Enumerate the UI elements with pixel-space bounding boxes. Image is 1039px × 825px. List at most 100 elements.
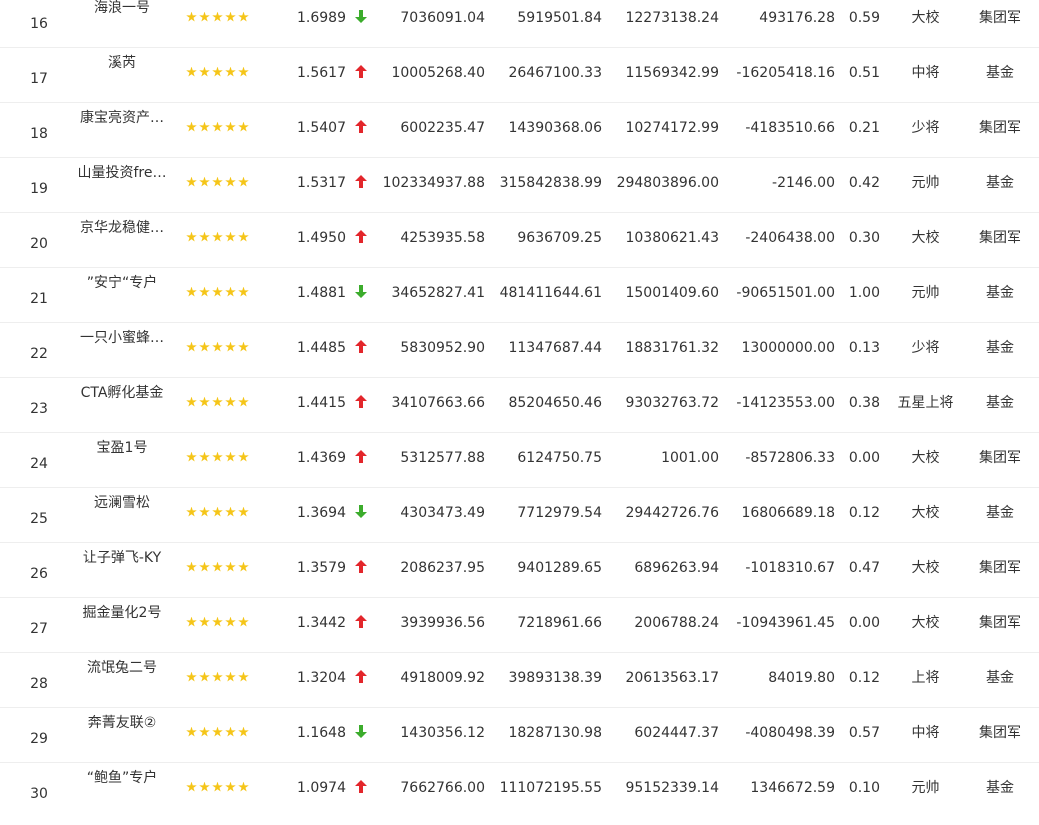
value-col-3: 29442726.76 bbox=[625, 505, 719, 521]
star-icon bbox=[212, 231, 223, 242]
star-icon bbox=[186, 726, 197, 737]
value-col-4: -14123553.00 bbox=[736, 395, 835, 411]
level-cell: 大校 bbox=[911, 230, 940, 246]
nav-value: 1.3579 bbox=[297, 560, 346, 576]
fund-name-link[interactable]: ”安宁“专户 bbox=[72, 268, 172, 323]
star-rating bbox=[186, 488, 266, 543]
table-row[interactable]: 23 CTA孵化基金 1.4415 34107663.66 85204650.46 930… bbox=[0, 378, 1039, 433]
value-col-2: 7712979.54 bbox=[517, 505, 602, 521]
value-col-4: 16806689.18 bbox=[741, 505, 835, 521]
arrow-down-icon bbox=[355, 505, 367, 518]
type-cell: 基金 bbox=[986, 285, 1014, 301]
star-icon bbox=[238, 286, 249, 297]
value-col-4: 493176.28 bbox=[759, 10, 835, 26]
fund-name-link[interactable]: 流氓兔二号 bbox=[72, 653, 172, 708]
star-rating bbox=[186, 433, 266, 488]
level-cell: 大校 bbox=[911, 615, 940, 631]
arrow-down-icon bbox=[355, 285, 367, 298]
trend-indicator bbox=[353, 598, 369, 653]
trend-indicator bbox=[353, 763, 369, 818]
ratio-cell: 0.51 bbox=[848, 65, 880, 81]
trend-indicator bbox=[353, 543, 369, 598]
table-row[interactable]: 26 让子弹飞-KY 1.3579 2086237.95 9401289.65 68962… bbox=[0, 543, 1039, 598]
star-icon bbox=[225, 231, 236, 242]
star-icon bbox=[225, 121, 236, 132]
fund-name-link[interactable]: 掘金量化2号 bbox=[72, 598, 172, 653]
star-icon bbox=[186, 66, 197, 77]
ratio-cell: 0.13 bbox=[848, 340, 880, 356]
fund-name-link[interactable]: “鲍鱼”专户 bbox=[72, 763, 172, 818]
table-row[interactable]: 30 “鲍鱼”专户 1.0974 7662766.00 111072195.55 9515… bbox=[0, 763, 1039, 818]
table-row[interactable]: 20 京华龙稳健… 1.4950 4253935.58 9636709.25 103806… bbox=[0, 213, 1039, 268]
star-icon bbox=[238, 176, 249, 187]
fund-name-link[interactable]: 海浪一号 bbox=[72, 0, 172, 48]
rank-cell: 25 bbox=[30, 511, 48, 527]
trend-indicator bbox=[353, 103, 369, 158]
fund-name-link[interactable]: 康宝亮资产… bbox=[72, 103, 172, 158]
rank-cell: 18 bbox=[30, 126, 48, 142]
star-icon bbox=[225, 396, 236, 407]
level-cell: 少将 bbox=[911, 120, 940, 136]
star-icon bbox=[199, 561, 210, 572]
star-icon bbox=[186, 341, 197, 352]
fund-name-link[interactable]: 一只小蜜蜂… bbox=[72, 323, 172, 378]
table-row[interactable]: 18 康宝亮资产… 1.5407 6002235.47 14390368.06 10274… bbox=[0, 103, 1039, 158]
value-col-1: 6002235.47 bbox=[400, 120, 485, 136]
rank-cell: 17 bbox=[30, 71, 48, 87]
fund-name-link[interactable]: 山量投资fre… bbox=[72, 158, 172, 213]
ratio-cell: 0.47 bbox=[848, 560, 880, 576]
trend-indicator bbox=[353, 378, 369, 433]
star-icon bbox=[225, 726, 236, 737]
fund-name-link[interactable]: 远澜雪松 bbox=[72, 488, 172, 543]
star-rating bbox=[186, 103, 266, 158]
nav-value: 1.4415 bbox=[297, 395, 346, 411]
value-col-3: 6896263.94 bbox=[634, 560, 719, 576]
value-col-2: 481411644.61 bbox=[499, 285, 602, 301]
rank-cell: 28 bbox=[30, 676, 48, 692]
fund-name-link[interactable]: 溪芮 bbox=[72, 48, 172, 103]
star-icon bbox=[225, 11, 236, 22]
star-icon bbox=[199, 286, 210, 297]
value-col-2: 39893138.39 bbox=[508, 670, 602, 686]
table-row[interactable]: 27 掘金量化2号 1.3442 3939936.56 7218961.66 200678… bbox=[0, 598, 1039, 653]
fund-name-link[interactable]: 宝盈1号 bbox=[72, 433, 172, 488]
value-col-3: 93032763.72 bbox=[625, 395, 719, 411]
star-icon bbox=[212, 726, 223, 737]
trend-indicator bbox=[353, 158, 369, 213]
table-row[interactable]: 16 海浪一号 1.6989 7036091.04 5919501.84 12273138… bbox=[0, 0, 1039, 48]
star-icon bbox=[199, 451, 210, 462]
value-col-4: -16205418.16 bbox=[736, 65, 835, 81]
ratio-cell: 0.00 bbox=[848, 450, 880, 466]
fund-name-link[interactable]: 奔菁友联② bbox=[72, 708, 172, 763]
table-row[interactable]: 19 山量投资fre… 1.5317 102334937.88 315842838.99… bbox=[0, 158, 1039, 213]
fund-name-link[interactable]: 京华龙稳健… bbox=[72, 213, 172, 268]
level-cell: 五星上将 bbox=[897, 395, 954, 411]
value-col-1: 4918009.92 bbox=[400, 670, 485, 686]
value-col-1: 2086237.95 bbox=[400, 560, 485, 576]
table-row[interactable]: 17 溪芮 1.5617 10005268.40 26467100.33 11569342… bbox=[0, 48, 1039, 103]
table-row[interactable]: 24 宝盈1号 1.4369 5312577.88 6124750.75 1001.00 -… bbox=[0, 433, 1039, 488]
type-cell: 基金 bbox=[986, 340, 1014, 356]
star-icon bbox=[238, 616, 249, 627]
ratio-cell: 0.12 bbox=[848, 670, 880, 686]
star-icon bbox=[238, 66, 249, 77]
star-icon bbox=[186, 121, 197, 132]
table-row[interactable]: 29 奔菁友联② 1.1648 1430356.12 18287130.98 602444… bbox=[0, 708, 1039, 763]
table-row[interactable]: 22 一只小蜜蜂… 1.4485 5830952.90 11347687.44 18831… bbox=[0, 323, 1039, 378]
fund-name-link[interactable]: 让子弹飞-KY bbox=[72, 543, 172, 598]
ratio-cell: 0.42 bbox=[848, 175, 880, 191]
star-icon bbox=[186, 11, 197, 22]
star-icon bbox=[186, 671, 197, 682]
table-row[interactable]: 28 流氓兔二号 1.3204 4918009.92 39893138.39 206135… bbox=[0, 653, 1039, 708]
nav-value: 1.0974 bbox=[297, 780, 346, 796]
fund-name-link[interactable]: CTA孵化基金 bbox=[72, 378, 172, 433]
nav-value: 1.4950 bbox=[297, 230, 346, 246]
star-icon bbox=[199, 506, 210, 517]
star-icon bbox=[212, 121, 223, 132]
value-col-3: 95152339.14 bbox=[625, 780, 719, 796]
star-icon bbox=[186, 506, 197, 517]
star-icon bbox=[186, 286, 197, 297]
table-row[interactable]: 21 ”安宁“专户 1.4881 34652827.41 481411644.61 150… bbox=[0, 268, 1039, 323]
star-rating bbox=[186, 378, 266, 433]
table-row[interactable]: 25 远澜雪松 1.3694 4303473.49 7712979.54 29442726… bbox=[0, 488, 1039, 543]
